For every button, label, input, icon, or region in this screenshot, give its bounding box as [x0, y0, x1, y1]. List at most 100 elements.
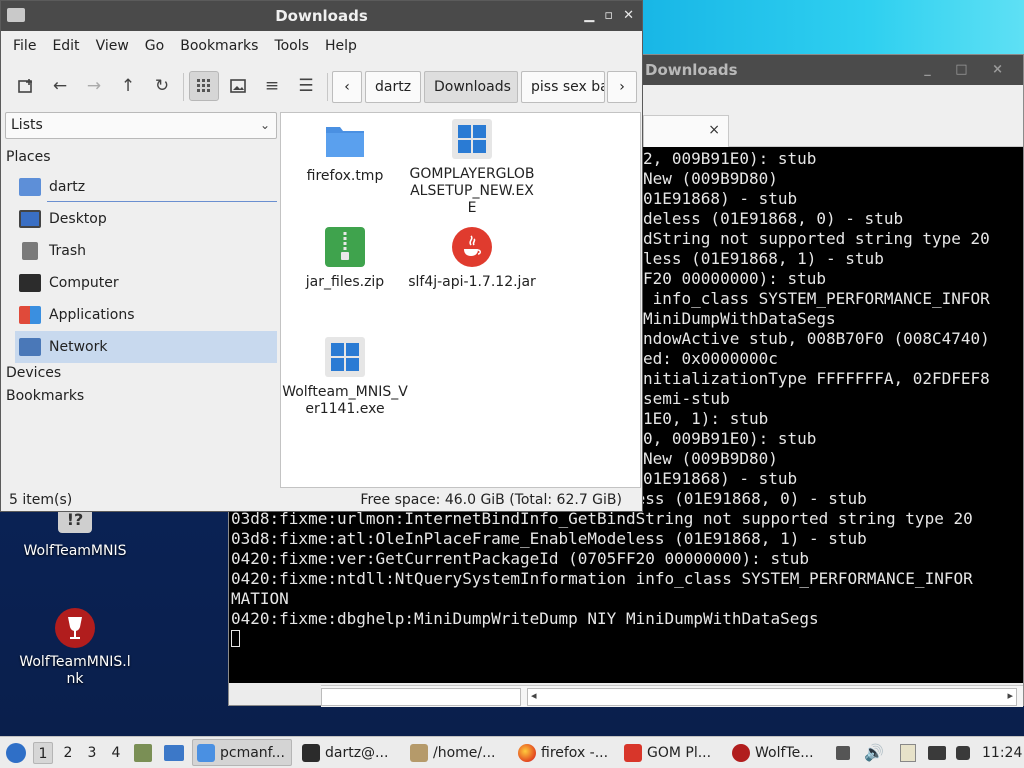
task-terminal[interactable]: dartz@...: [298, 739, 402, 766]
menu-file[interactable]: File: [5, 38, 44, 54]
terminal-tab[interactable]: ×: [643, 115, 729, 147]
file-manager-window: Downloads ▁ ▫ ✕ File Edit View Go Bookma…: [0, 0, 643, 512]
window-buttons[interactable]: _ □ ×: [924, 55, 1013, 85]
show-desktop-icon: [164, 744, 184, 761]
breadcrumb-subfolder[interactable]: piss sex bal: [521, 71, 605, 103]
icon-view-icon[interactable]: [189, 71, 219, 101]
bookmarks-heading[interactable]: Bookmarks: [6, 388, 84, 404]
sidebar-item-label: Computer: [49, 275, 119, 291]
sidebar-item-trash[interactable]: Trash: [15, 235, 277, 267]
task-label: GOM Pl...: [647, 744, 712, 761]
menubar: File Edit View Go Bookmarks Tools Help: [1, 31, 642, 61]
file-name: firefox.tmp: [306, 168, 384, 184]
menu-bookmarks[interactable]: Bookmarks: [172, 38, 266, 54]
zip-icon: [325, 227, 365, 267]
menu-help[interactable]: Help: [317, 38, 365, 54]
toolbar: ← → ↑ ↻ ≡ ☰ ‹ dartz Downloads piss sex b…: [1, 61, 642, 113]
file-manager-titlebar[interactable]: Downloads ▁ ▫ ✕: [1, 1, 642, 31]
breadcrumb-scroll-left-icon[interactable]: ‹: [332, 71, 362, 103]
up-arrow-icon[interactable]: ↑: [113, 71, 143, 101]
file-view[interactable]: firefox.tmp GOMPLAYERGLOBALSETUP_NEW.EXE…: [280, 112, 641, 488]
desktop-icon-label: WolfTeamMNIS: [23, 543, 127, 559]
workspace-2[interactable]: 2: [58, 742, 78, 764]
file-item[interactable]: slf4j-api-1.7.12.jar: [408, 227, 536, 291]
menu-tools[interactable]: Tools: [266, 38, 317, 54]
sidebar-item-computer[interactable]: Computer: [15, 267, 277, 299]
volume-icon[interactable]: 🔊: [864, 737, 884, 768]
file-item[interactable]: Wolfteam_MNIS_Ver1141.exe: [281, 337, 409, 418]
file-item[interactable]: firefox.tmp: [281, 121, 409, 185]
terminal-line: 0420:fixme:ver:GetCurrentPackageId (0705…: [231, 549, 809, 568]
close-tab-icon[interactable]: ×: [708, 122, 720, 138]
sidebar-item-applications[interactable]: Applications: [15, 299, 277, 331]
menu-go[interactable]: Go: [137, 38, 172, 54]
scroll-left-icon[interactable]: ◂: [531, 689, 537, 702]
bluetooth-icon[interactable]: [956, 737, 970, 768]
sidebar-item-desktop[interactable]: Desktop: [15, 203, 277, 235]
clock[interactable]: 11:24: [982, 737, 1022, 768]
status-bar: 5 item(s) Free space: 46.0 GiB (Total: 6…: [1, 489, 642, 511]
side-pane-mode-select[interactable]: Lists ⌄: [5, 112, 277, 139]
archive-icon: [410, 743, 428, 762]
minimize-icon[interactable]: ▁: [584, 1, 594, 31]
folder-icon: [325, 121, 365, 161]
back-arrow-icon[interactable]: ←: [45, 71, 75, 101]
thumbnail-view-icon[interactable]: [223, 71, 253, 101]
devices-heading[interactable]: Devices: [6, 365, 61, 381]
sidebar-item-label: dartz: [49, 179, 86, 195]
wine-glass-icon: [55, 608, 95, 648]
side-pane-mode-value: Lists: [11, 117, 43, 133]
detailed-list-view-icon[interactable]: ☰: [291, 71, 321, 101]
terminal-input-field[interactable]: [321, 688, 521, 706]
forward-arrow-icon[interactable]: →: [79, 71, 109, 101]
desktop-icon-label: WolfTeamMNIS.lnk: [19, 654, 131, 687]
workspace-1[interactable]: 1: [33, 742, 53, 764]
windows-exe-icon: [452, 119, 492, 159]
network-status-icon[interactable]: [928, 737, 946, 768]
terminal-icon: [302, 743, 320, 762]
reload-icon[interactable]: ↻: [147, 71, 177, 101]
desktop-icon-wolfteammnis-lnk[interactable]: WolfTeamMNIS.lnk: [15, 608, 135, 688]
terminal-cursor: [231, 630, 240, 647]
task-label: firefox -...: [541, 744, 609, 761]
clipboard-icon[interactable]: [900, 737, 916, 768]
breadcrumb-dartz[interactable]: dartz: [365, 71, 421, 103]
task-archive[interactable]: /home/...: [406, 739, 510, 766]
workspace-3[interactable]: 3: [82, 742, 102, 764]
places-heading: Places: [6, 149, 51, 165]
breadcrumb-downloads[interactable]: Downloads: [424, 71, 518, 103]
terminal-line: MATION: [231, 589, 289, 608]
status-item-count: 5 item(s): [9, 492, 73, 508]
maximize-icon[interactable]: ▫: [604, 1, 613, 31]
desktop-icon-wolfteammnis[interactable]: !? WolfTeamMNIS: [15, 505, 135, 560]
show-desktop-button[interactable]: [164, 737, 184, 768]
compact-view-icon[interactable]: ≡: [257, 71, 287, 101]
sidebar-item-network[interactable]: Network: [15, 331, 277, 363]
tray-toggle-icon[interactable]: [836, 737, 850, 768]
terminal-line: 03d8:fixme:urlmon:InternetBindInfo_GetBi…: [231, 509, 973, 528]
task-label: pcmanf...: [220, 744, 285, 761]
new-tab-icon[interactable]: [11, 71, 41, 101]
sidebar-item-dartz[interactable]: dartz: [15, 171, 277, 203]
file-item[interactable]: GOMPLAYERGLOBALSETUP_NEW.EXE: [408, 119, 536, 217]
gom-icon: [624, 743, 642, 762]
sidebar-item-label: Trash: [49, 243, 86, 259]
close-icon[interactable]: ✕: [623, 1, 634, 31]
menu-view[interactable]: View: [88, 38, 137, 54]
workspace-4[interactable]: 4: [106, 742, 126, 764]
computer-icon: [19, 274, 41, 292]
rename-underline: [47, 201, 277, 202]
task-gom-player[interactable]: GOM Pl...: [620, 739, 724, 766]
breadcrumb-scroll-right-icon[interactable]: ›: [607, 71, 637, 103]
scroll-right-icon[interactable]: ▸: [1007, 689, 1013, 702]
file-item[interactable]: jar_files.zip: [281, 227, 409, 291]
task-wolfteam[interactable]: WolfTe...: [728, 739, 828, 766]
desktop-icon: [19, 210, 41, 228]
menu-edit[interactable]: Edit: [44, 38, 87, 54]
file-manager-launcher[interactable]: [134, 737, 152, 768]
start-menu-button[interactable]: [6, 737, 26, 768]
task-pcmanfm[interactable]: pcmanf...: [192, 739, 292, 766]
toolbar-separator: [327, 73, 328, 101]
task-firefox[interactable]: firefox -...: [514, 739, 618, 766]
horizontal-scrollbar[interactable]: ◂ ▸: [527, 688, 1017, 706]
